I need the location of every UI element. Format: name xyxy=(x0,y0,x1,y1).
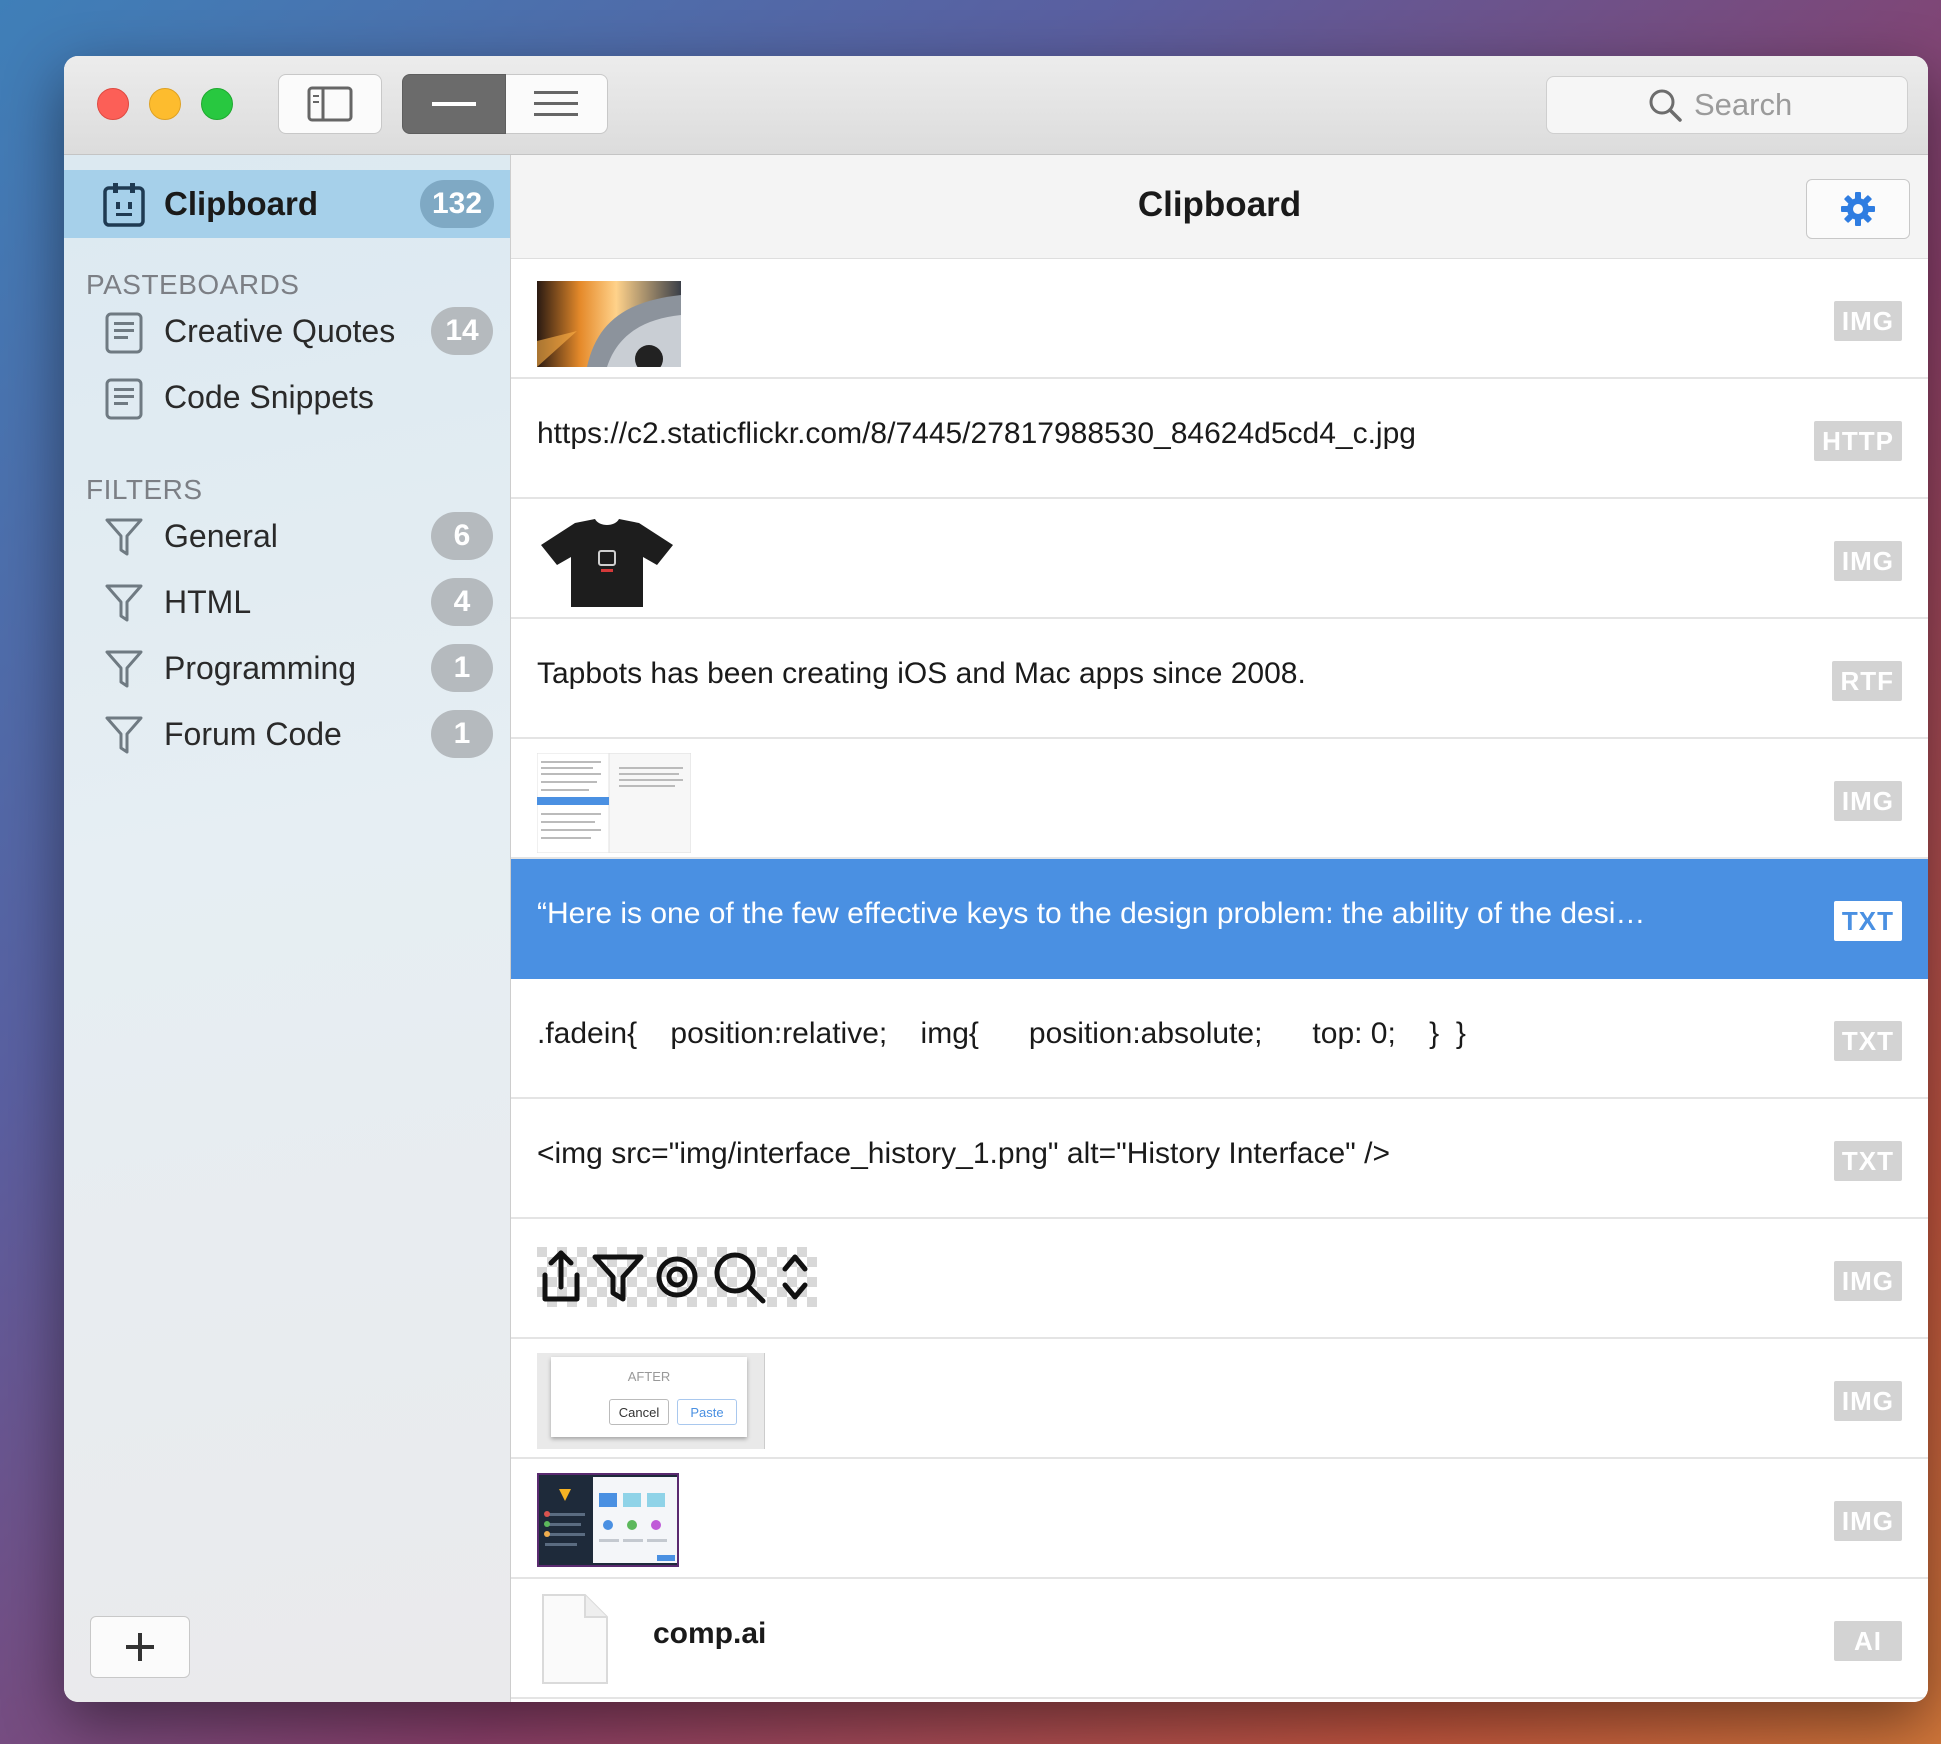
type-tag: IMG xyxy=(1833,301,1902,341)
clip-text: .fadein{ position:relative; img{ positio… xyxy=(537,1017,1466,1050)
dialog-screenshot-thumbnail: AFTER Cancel Paste xyxy=(537,1353,765,1449)
search-input[interactable] xyxy=(1692,86,1806,124)
settings-button[interactable] xyxy=(1806,179,1910,239)
pasteboards-header: PASTEBOARDS xyxy=(86,269,300,300)
clip-row[interactable]: IMG xyxy=(511,739,1928,859)
single-line-icon xyxy=(431,102,476,106)
sidebar-item-html[interactable]: HTML 4 xyxy=(64,572,510,632)
clip-row[interactable]: IMG xyxy=(511,259,1928,379)
close-window-button[interactable] xyxy=(97,88,129,120)
sidebar-item-label: Creative Quotes xyxy=(164,313,396,349)
count-badge: 1 xyxy=(431,710,493,758)
list-icon xyxy=(534,91,579,116)
clip-list: IMG https://c2.staticflickr.com/8/7445/2… xyxy=(511,259,1928,1699)
clip-row[interactable]: <img src="img/interface_history_1.png" a… xyxy=(511,1099,1928,1219)
count-badge: 4 xyxy=(431,578,493,626)
page-title: Clipboard xyxy=(1137,185,1302,224)
clip-row[interactable]: .fadein{ position:relative; img{ positio… xyxy=(511,979,1928,1099)
zoom-window-button[interactable] xyxy=(201,88,233,120)
count-badge: 6 xyxy=(431,512,493,560)
toggle-sidebar-button[interactable] xyxy=(278,74,382,134)
clip-row[interactable]: IMG xyxy=(511,1459,1928,1579)
tshirt-thumbnail xyxy=(541,519,673,607)
clip-text: “Here is one of the few effective keys t… xyxy=(537,897,1646,930)
type-tag: TXT xyxy=(1833,1141,1902,1181)
minimize-window-button[interactable] xyxy=(149,88,181,120)
list-header: Clipboard xyxy=(511,155,1928,259)
sidebar-item-label: Programming xyxy=(164,650,357,686)
sidebar-item-programming[interactable]: Programming 1 xyxy=(64,638,510,698)
count-badge: 132 xyxy=(420,180,494,228)
sidebar-item-label: General xyxy=(164,518,278,554)
type-tag: RTF xyxy=(1832,661,1902,701)
type-tag: IMG xyxy=(1833,1501,1902,1541)
gear-icon xyxy=(1841,192,1875,226)
search-field[interactable] xyxy=(1546,76,1908,134)
clip-text: <img src="img/interface_history_1.png" a… xyxy=(537,1137,1390,1170)
pasteboard-icon xyxy=(105,378,143,420)
type-tag: HTTP xyxy=(1814,421,1902,461)
view-mode-control xyxy=(402,74,608,134)
clip-list-pane: Clipboard IMG https://c2.staticflickr.co… xyxy=(511,155,1928,1702)
title-bar xyxy=(64,56,1928,155)
type-tag: IMG xyxy=(1833,541,1902,581)
clip-row-selected[interactable]: “Here is one of the few effective keys t… xyxy=(511,859,1928,979)
filter-icon xyxy=(105,584,143,622)
sidebar-item-forum-code[interactable]: Forum Code 1 xyxy=(64,704,510,764)
sidebar-item-code-snippets[interactable]: Code Snippets xyxy=(64,367,510,427)
car-photo-thumbnail xyxy=(537,281,681,367)
sidebar-item-clipboard[interactable]: Clipboard 132 xyxy=(64,170,510,238)
document-screenshot-thumbnail xyxy=(537,753,691,853)
dialog-paste-label: Paste xyxy=(677,1399,737,1425)
dialog-heading: AFTER xyxy=(627,1369,671,1384)
clip-row[interactable]: Tapbots has been creating iOS and Mac ap… xyxy=(511,619,1928,739)
sidebar-item-label: HTML xyxy=(164,584,252,620)
clip-row[interactable]: IMG xyxy=(511,1219,1928,1339)
clip-text: Tapbots has been creating iOS and Mac ap… xyxy=(537,657,1306,690)
sidebar-item-label: Forum Code xyxy=(164,716,342,752)
filters-header: FILTERS xyxy=(86,474,203,505)
count-badge: 1 xyxy=(431,644,493,692)
plus-icon xyxy=(126,1633,154,1661)
clip-text: https://c2.staticflickr.com/8/7445/27817… xyxy=(537,417,1416,450)
type-tag: TXT xyxy=(1833,1021,1902,1061)
file-name: comp.ai xyxy=(653,1617,767,1650)
clipboard-icon xyxy=(103,183,145,227)
type-tag: IMG xyxy=(1833,1381,1902,1421)
toolbar-icons-thumbnail xyxy=(537,1247,817,1307)
type-tag: AI xyxy=(1834,1621,1902,1661)
clip-row[interactable]: IMG xyxy=(511,499,1928,619)
file-icon xyxy=(542,1594,608,1684)
sidebar-icon xyxy=(307,86,353,122)
sidebar-item-creative-quotes[interactable]: Creative Quotes 14 xyxy=(64,301,510,361)
compact-view-button[interactable] xyxy=(402,74,506,134)
filter-icon xyxy=(105,650,143,688)
count-badge: 14 xyxy=(431,307,493,355)
dialog-preview: AFTER Cancel Paste xyxy=(551,1357,747,1437)
sidebar: Clipboard 132 PASTEBOARDS Creative Quote… xyxy=(64,155,511,1702)
clip-row[interactable]: AFTER Cancel Paste IMG xyxy=(511,1339,1928,1459)
clip-row[interactable]: https://c2.staticflickr.com/8/7445/27817… xyxy=(511,379,1928,499)
dialog-cancel-label: Cancel xyxy=(609,1399,669,1425)
filter-icon xyxy=(105,518,143,556)
type-tag: TXT xyxy=(1833,901,1902,941)
type-tag: IMG xyxy=(1833,1261,1902,1301)
pasteboard-icon xyxy=(105,312,143,354)
list-view-button[interactable] xyxy=(505,74,608,134)
type-tag: IMG xyxy=(1833,781,1902,821)
search-icon xyxy=(1649,89,1682,122)
sidebar-item-label: Code Snippets xyxy=(164,379,374,415)
app-window: Clipboard 132 PASTEBOARDS Creative Quote… xyxy=(64,56,1928,1702)
clip-row[interactable]: comp.ai AI xyxy=(511,1579,1928,1699)
add-pasteboard-button[interactable] xyxy=(90,1616,190,1678)
filter-icon xyxy=(105,716,143,754)
app-screenshot-thumbnail xyxy=(537,1473,679,1567)
sidebar-item-general[interactable]: General 6 xyxy=(64,506,510,566)
sidebar-item-label: Clipboard xyxy=(164,185,318,222)
